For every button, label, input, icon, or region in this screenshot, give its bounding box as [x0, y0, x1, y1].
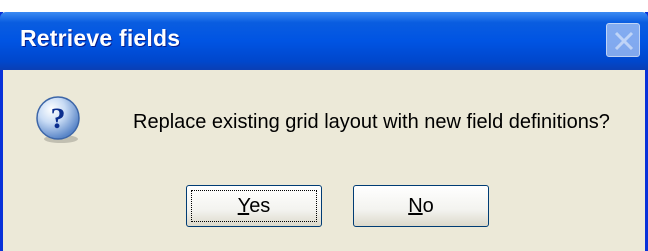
yes-button[interactable]: Yes	[186, 185, 322, 227]
no-label-rest: o	[422, 195, 434, 217]
focus-rectangle	[191, 190, 317, 222]
no-mnemonic: N	[408, 195, 423, 217]
message-text: Replace existing grid layout with new fi…	[133, 111, 610, 133]
window-title: Retrieve fields	[20, 25, 181, 51]
close-icon	[614, 31, 634, 51]
close-button[interactable]	[606, 23, 640, 57]
question-icon: ?	[36, 96, 80, 143]
no-button[interactable]: No	[353, 185, 489, 227]
svg-text:?: ?	[51, 102, 66, 135]
